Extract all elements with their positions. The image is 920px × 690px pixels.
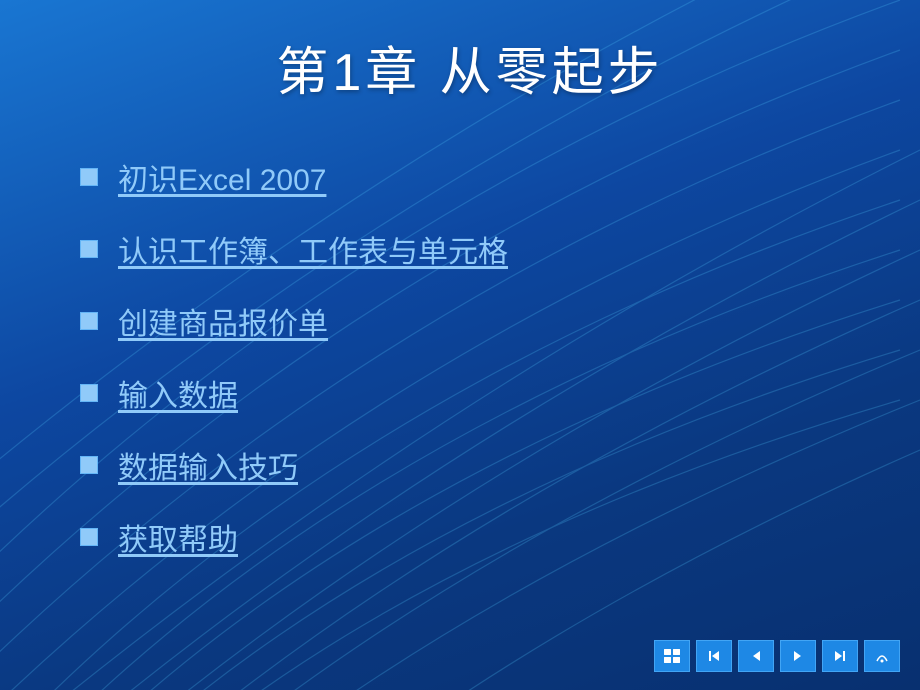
- nav-menu-button[interactable]: [654, 640, 690, 672]
- bullet-icon: [80, 168, 98, 186]
- nav-end-button[interactable]: [864, 640, 900, 672]
- menu-link-5[interactable]: 数据输入技巧: [118, 443, 298, 487]
- bullet-icon: [80, 384, 98, 402]
- nav-prev-button[interactable]: [738, 640, 774, 672]
- menu-link-3[interactable]: 创建商品报价单: [118, 299, 328, 343]
- menu-list: 初识Excel 2007 认识工作簿、工作表与单元格 创建商品报价单 输入数据 …: [80, 155, 860, 559]
- menu-link-1[interactable]: 初识Excel 2007: [118, 155, 326, 199]
- slide: 第1章 从零起步 初识Excel 2007 认识工作簿、工作表与单元格 创建商品…: [0, 0, 920, 690]
- list-item: 数据输入技巧: [80, 443, 860, 487]
- list-item: 初识Excel 2007: [80, 155, 860, 199]
- list-item: 认识工作簿、工作表与单元格: [80, 227, 860, 271]
- nav-next-button[interactable]: [780, 640, 816, 672]
- bullet-icon: [80, 528, 98, 546]
- menu-link-6[interactable]: 获取帮助: [118, 515, 238, 559]
- list-item: 创建商品报价单: [80, 299, 860, 343]
- list-item: 获取帮助: [80, 515, 860, 559]
- bullet-icon: [80, 456, 98, 474]
- content-area: 第1章 从零起步 初识Excel 2007 认识工作簿、工作表与单元格 创建商品…: [0, 0, 920, 607]
- nav-first-button[interactable]: [696, 640, 732, 672]
- navigation-bar: [654, 640, 900, 672]
- menu-link-4[interactable]: 输入数据: [118, 371, 238, 415]
- menu-link-2[interactable]: 认识工作簿、工作表与单元格: [118, 227, 508, 271]
- bullet-icon: [80, 240, 98, 258]
- nav-last-button[interactable]: [822, 640, 858, 672]
- slide-title: 第1章 从零起步: [80, 30, 860, 105]
- list-item: 输入数据: [80, 371, 860, 415]
- bullet-icon: [80, 312, 98, 330]
